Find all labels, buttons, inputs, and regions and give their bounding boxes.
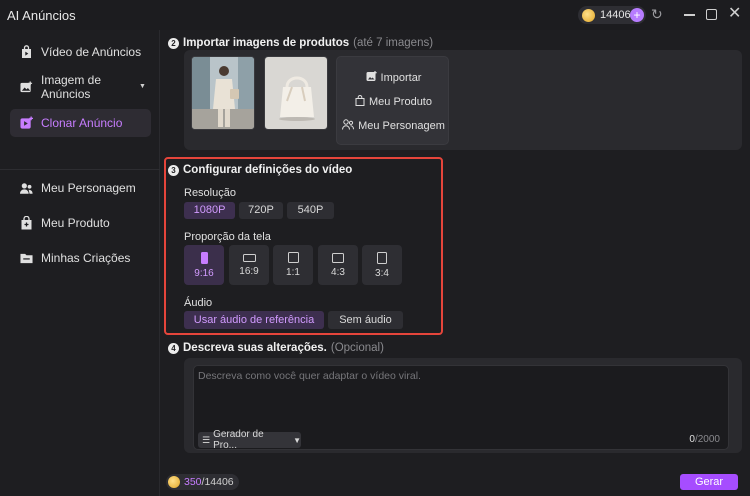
close-button[interactable]: ✕ bbox=[728, 6, 742, 22]
description-input[interactable] bbox=[198, 370, 723, 420]
bottom-bar: 350 /14406 Gerar bbox=[160, 466, 750, 496]
step-number: 4 bbox=[168, 342, 179, 354]
describe-panel: ☰ Gerador de Pro... ▼ 0/2000 bbox=[184, 358, 742, 453]
refresh-icon[interactable]: ↻ bbox=[651, 6, 667, 24]
section-heading: Descreva suas alterações. bbox=[183, 342, 327, 354]
resolution-1080p-option[interactable]: 1080P bbox=[184, 202, 235, 219]
credits-count: 14406 bbox=[600, 9, 631, 21]
step-number: 2 bbox=[168, 37, 179, 49]
upload-image-icon bbox=[366, 71, 377, 85]
import-label: Importar bbox=[380, 72, 422, 84]
maximize-button[interactable] bbox=[706, 9, 717, 20]
no-audio-option[interactable]: Sem áudio bbox=[328, 311, 403, 329]
my-product-button[interactable]: Meu Produto bbox=[337, 95, 450, 109]
ratio-1-1-option[interactable]: 1:1 bbox=[273, 245, 313, 285]
add-credits-button[interactable]: + bbox=[630, 8, 644, 22]
ratio-label: 3:4 bbox=[375, 267, 389, 279]
cost-used: 350 bbox=[184, 476, 202, 488]
my-persona-label: Meu Personagem bbox=[358, 120, 445, 132]
sidebar-item-product[interactable]: Meu Produto bbox=[10, 209, 151, 237]
portrait-ratio-icon bbox=[377, 251, 387, 264]
sidebar-item-persona[interactable]: Meu Personagem bbox=[10, 174, 151, 202]
ratio-3-4-option[interactable]: 3:4 bbox=[362, 245, 402, 285]
product-image-thumbnail[interactable] bbox=[264, 56, 328, 130]
aspect-ratio-label: Proporção da tela bbox=[184, 231, 271, 243]
persons-outline-icon bbox=[342, 119, 355, 133]
cost-total: /14406 bbox=[201, 476, 234, 488]
resolution-720p-option[interactable]: 720P bbox=[239, 202, 283, 219]
main-content: 2 Importar imagens de produtos (até 7 im… bbox=[160, 30, 750, 496]
ratio-label: 1:1 bbox=[286, 267, 300, 278]
sidebar-item-image-ads[interactable]: Imagem de Anúncios ▼ bbox=[10, 73, 151, 101]
import-actions-card: Importar Meu Produto Meu Personagem bbox=[336, 56, 449, 145]
audio-label: Áudio bbox=[184, 297, 213, 309]
generator-icon: ☰ bbox=[202, 434, 211, 445]
credits-pill[interactable]: 14406 + bbox=[578, 6, 646, 24]
square-ratio-icon bbox=[287, 252, 299, 263]
landscape-ratio-icon bbox=[332, 252, 344, 263]
sidebar-item-label: Meu Personagem bbox=[41, 181, 136, 195]
title-bar: AI Anúncios 14406 + ↻ ✕ bbox=[0, 0, 750, 30]
sidebar: Vídeo de Anúncios Imagem de Anúncios ▼ C… bbox=[0, 30, 160, 496]
ratio-4-3-option[interactable]: 4:3 bbox=[318, 245, 358, 285]
ratio-label: 4:3 bbox=[331, 266, 345, 278]
landscape-ratio-icon bbox=[242, 253, 256, 262]
sidebar-divider bbox=[0, 169, 160, 170]
chevron-down-icon: ▼ bbox=[139, 83, 146, 90]
minimize-button[interactable] bbox=[684, 14, 695, 16]
coin-icon bbox=[168, 476, 180, 488]
config-section-title: 3 Configurar definições do vídeo bbox=[168, 164, 352, 176]
product-image-thumbnail[interactable] bbox=[191, 56, 255, 130]
handbag-photo bbox=[265, 57, 327, 129]
cost-indicator: 350 /14406 bbox=[166, 474, 239, 490]
section-heading: Importar imagens de produtos bbox=[183, 37, 350, 49]
woman-with-bag-photo bbox=[192, 57, 254, 129]
section-hint: (Opcional) bbox=[330, 342, 384, 354]
ratio-label: 16:9 bbox=[239, 265, 259, 277]
section-heading: Configurar definições do vídeo bbox=[183, 164, 353, 176]
my-product-label: Meu Produto bbox=[369, 96, 432, 108]
prompt-generator-dropdown[interactable]: ☰ Gerador de Pro... ▼ bbox=[198, 429, 301, 451]
clone-icon bbox=[20, 116, 33, 130]
chevron-down-icon: ▼ bbox=[293, 435, 301, 445]
generator-label: Gerador de Pro... bbox=[213, 429, 264, 451]
sidebar-item-label: Clonar Anúncio bbox=[41, 116, 123, 130]
person-icon bbox=[20, 182, 33, 195]
import-button[interactable]: Importar bbox=[337, 71, 450, 85]
image-icon bbox=[20, 80, 33, 94]
product-bag-icon bbox=[20, 216, 33, 230]
my-persona-button[interactable]: Meu Personagem bbox=[337, 119, 450, 133]
step-number: 3 bbox=[168, 164, 179, 176]
ratio-9-16-option[interactable]: 9:16 bbox=[184, 245, 224, 285]
import-section-title: 2 Importar imagens de produtos (até 7 im… bbox=[168, 37, 433, 49]
folder-icon bbox=[20, 252, 33, 265]
ratio-label: 9:16 bbox=[194, 267, 214, 279]
describe-section-title: 4 Descreva suas alterações. (Opcional) bbox=[168, 342, 384, 354]
use-reference-audio-option[interactable]: Usar áudio de referência bbox=[184, 311, 324, 329]
sidebar-item-creations[interactable]: Minhas Criações bbox=[10, 244, 151, 272]
section-hint: (até 7 imagens) bbox=[353, 37, 434, 49]
description-box: ☰ Gerador de Pro... ▼ 0/2000 bbox=[193, 365, 729, 451]
generate-button[interactable]: Gerar bbox=[680, 474, 738, 490]
sidebar-item-clone-ad[interactable]: Clonar Anúncio bbox=[10, 109, 151, 137]
coin-icon bbox=[582, 8, 595, 22]
sidebar-item-label: Meu Produto bbox=[41, 216, 110, 230]
resolution-540p-option[interactable]: 540P bbox=[287, 202, 334, 219]
sidebar-item-video-ads[interactable]: Vídeo de Anúncios bbox=[10, 38, 151, 66]
character-count: 0/2000 bbox=[689, 434, 720, 445]
portrait-ratio-icon bbox=[200, 251, 208, 264]
bag-outline-icon bbox=[355, 95, 365, 109]
import-panel: Importar Meu Produto Meu Personagem bbox=[184, 50, 742, 150]
sidebar-item-label: Vídeo de Anúncios bbox=[41, 45, 142, 59]
ratio-16-9-option[interactable]: 16:9 bbox=[229, 245, 269, 285]
video-bag-icon bbox=[20, 45, 33, 59]
resolution-label: Resolução bbox=[184, 187, 236, 199]
app-title: AI Anúncios bbox=[7, 8, 76, 23]
char-count-max: /2000 bbox=[694, 434, 720, 445]
sidebar-item-label: Minhas Criações bbox=[41, 251, 131, 265]
sidebar-item-label: Imagem de Anúncios bbox=[41, 73, 102, 101]
